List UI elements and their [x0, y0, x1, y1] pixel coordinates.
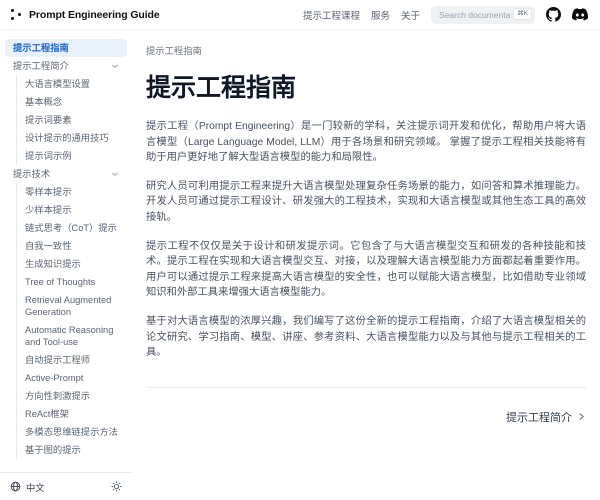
language-selector[interactable]: 中文 [10, 480, 45, 494]
sidebar-item-label: 提示工程指南 [13, 42, 69, 54]
sidebar-item-label: 提示工程简介 [13, 60, 69, 72]
sidebar-item[interactable]: 方向性刺激提示 [17, 387, 127, 405]
article-body: 提示工程（Prompt Engineering）是一门较新的学科，关注提示词开发… [146, 119, 586, 361]
sidebar-item-label: 零样本提示 [25, 186, 72, 198]
sidebar-item-label: 基于图的提示 [25, 444, 81, 456]
next-page-link[interactable]: 提示工程简介 [506, 409, 586, 425]
sidebar-item-label: 自我一致性 [25, 240, 72, 252]
sidebar-item[interactable]: 大语言模型设置 [17, 75, 127, 93]
language-label: 中文 [26, 480, 45, 494]
sidebar-item[interactable]: 提示词示例 [17, 147, 127, 165]
header-nav: 提示工程课程 服务 关于 [303, 8, 420, 22]
sidebar-item[interactable]: 自我一致性 [17, 237, 127, 255]
sidebar-item[interactable]: ReAct框架 [17, 405, 127, 423]
sidebar-item-label: 设计提示的通用技巧 [25, 132, 109, 144]
sidebar-item-label: 基本概念 [25, 96, 62, 108]
globe-icon [10, 481, 21, 492]
nav-link-about[interactable]: 关于 [401, 8, 420, 22]
logo-dots-icon [10, 8, 22, 22]
sidebar-item[interactable]: 基于图的提示 [17, 441, 127, 459]
chevron-down-icon [111, 62, 119, 70]
main-content: 提示工程指南 提示工程指南 提示工程（Prompt Engineering）是一… [132, 30, 600, 500]
sidebar-item[interactable]: 提示工程指南 [5, 39, 127, 57]
page-title: 提示工程指南 [146, 68, 586, 104]
paragraph: 提示工程不仅仅是关于设计和研发提示词。它包含了与大语言模型交互和研发的各种技能和… [146, 239, 586, 301]
discord-icon[interactable] [572, 8, 588, 21]
sidebar-item-label: Tree of Thoughts [25, 276, 95, 288]
sidebar-item[interactable]: 基本概念 [17, 93, 127, 111]
header-right: 提示工程课程 服务 关于 ⌘K [303, 5, 588, 24]
sidebar-item-label: ReAct框架 [25, 408, 69, 420]
sidebar-item[interactable]: Retrieval Augmented Generation [17, 291, 127, 321]
logo-text: Prompt Engineering Guide [29, 9, 160, 21]
sidebar-item-label: 链式思考（CoT）提示 [25, 222, 117, 234]
logo[interactable]: Prompt Engineering Guide [10, 8, 160, 22]
sidebar-item-label: 少样本提示 [25, 204, 72, 216]
sun-icon [111, 481, 122, 492]
sidebar: 提示工程指南提示工程简介大语言模型设置基本概念提示词要素设计提示的通用技巧提示词… [0, 30, 132, 500]
sidebar-nav: 提示工程指南提示工程简介大语言模型设置基本概念提示词要素设计提示的通用技巧提示词… [5, 39, 127, 459]
sidebar-item[interactable]: Tree of Thoughts [17, 273, 127, 291]
sidebar-item-label: 大语言模型设置 [25, 78, 90, 90]
sidebar-footer: 中文 [0, 472, 132, 500]
sidebar-item[interactable]: 提示工程简介 [5, 57, 127, 75]
sidebar-item[interactable]: 自动提示工程师 [17, 351, 127, 369]
breadcrumb: 提示工程指南 [146, 43, 586, 57]
sidebar-item[interactable]: 生成知识提示 [17, 255, 127, 273]
nav-link-course[interactable]: 提示工程课程 [303, 8, 360, 22]
sidebar-item[interactable]: Automatic Reasoning and Tool-use [17, 321, 127, 351]
sidebar-subgroup: 大语言模型设置基本概念提示词要素设计提示的通用技巧提示词示例 [16, 75, 127, 165]
sidebar-item-label: Automatic Reasoning and Tool-use [25, 324, 119, 348]
divider [146, 387, 586, 388]
chevron-down-icon [111, 170, 119, 178]
theme-toggle[interactable] [111, 481, 122, 492]
sidebar-item[interactable]: 链式思考（CoT）提示 [17, 219, 127, 237]
chevron-right-icon [577, 412, 586, 421]
sidebar-item[interactable]: 设计提示的通用技巧 [17, 129, 127, 147]
header: Prompt Engineering Guide 提示工程课程 服务 关于 ⌘K [0, 0, 600, 30]
paragraph: 基于对大语言模型的浓厚兴趣，我们编写了这份全新的提示工程指南，介绍了大语言模型相… [146, 314, 586, 361]
next-page-label: 提示工程简介 [506, 409, 572, 425]
search-shortcut-badge: ⌘K [513, 8, 532, 20]
sidebar-item[interactable]: 提示词要素 [17, 111, 127, 129]
sidebar-item-label: Retrieval Augmented Generation [25, 294, 119, 318]
sidebar-item[interactable]: 少样本提示 [17, 201, 127, 219]
sidebar-item[interactable]: 多模态思维链提示方法 [17, 423, 127, 441]
sidebar-item-label: 提示技术 [13, 168, 50, 180]
sidebar-item-label: 提示词要素 [25, 114, 72, 126]
sidebar-item[interactable]: 零样本提示 [17, 183, 127, 201]
pagination: 提示工程简介 [146, 409, 586, 425]
sidebar-item-label: Active-Prompt [25, 372, 83, 384]
github-icon[interactable] [546, 7, 561, 22]
sidebar-item-label: 多模态思维链提示方法 [25, 426, 118, 438]
sidebar-item[interactable]: Active-Prompt [17, 369, 127, 387]
sidebar-item-label: 生成知识提示 [25, 258, 81, 270]
sidebar-item-label: 自动提示工程师 [25, 354, 90, 366]
paragraph: 提示工程（Prompt Engineering）是一门较新的学科，关注提示词开发… [146, 119, 586, 166]
sidebar-item[interactable]: 提示技术 [5, 165, 127, 183]
sidebar-item-label: 提示词示例 [25, 150, 72, 162]
search-box: ⌘K [431, 5, 535, 24]
nav-link-services[interactable]: 服务 [371, 8, 390, 22]
paragraph: 研究人员可利用提示工程来提升大语言模型处理复杂任务场景的能力，如问答和算术推理能… [146, 179, 586, 226]
sidebar-item-label: 方向性刺激提示 [25, 390, 90, 402]
sidebar-subgroup: 零样本提示少样本提示链式思考（CoT）提示自我一致性生成知识提示 Tree of … [16, 183, 127, 459]
